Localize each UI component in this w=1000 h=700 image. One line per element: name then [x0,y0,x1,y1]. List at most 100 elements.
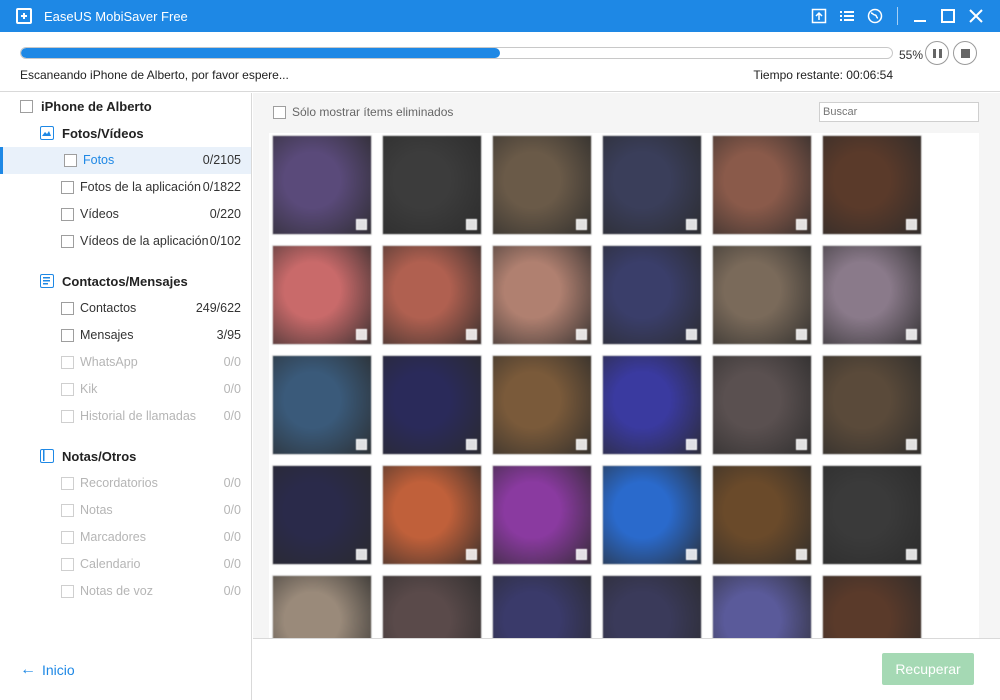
photo-thumbnail[interactable] [822,135,922,235]
thumbnail-grid [269,133,979,638]
search-input[interactable] [819,102,979,122]
thumbnail-checkbox[interactable] [576,439,587,450]
category-label: Fotos/Vídeos [62,125,144,141]
thumbnail-checkbox[interactable] [906,329,917,340]
sidebar-item-videos-aplicacion[interactable]: Vídeos de la aplicación 0/102 [0,228,251,255]
pause-icon-bar [938,48,942,58]
item-checkbox [61,477,74,490]
sidebar-item-marcadores: Marcadores 0/0 [0,524,251,551]
sidebar-item-contactos[interactable]: Contactos 249/622 [0,295,251,322]
thumbnail-checkbox[interactable] [796,439,807,450]
sidebar-item-kik: Kik 0/0 [0,376,251,403]
photo-thumbnail[interactable] [492,245,592,345]
recover-button[interactable]: Recuperar [882,653,974,685]
deleted-only-checkbox[interactable] [273,105,286,119]
photo-thumbnail[interactable] [492,355,592,455]
thumbnail-checkbox[interactable] [576,329,587,340]
stop-button[interactable] [953,41,977,65]
deleted-only-filter[interactable]: Sólo mostrar ítems eliminados [273,105,453,119]
pause-button[interactable] [925,41,949,65]
item-label: Vídeos [80,207,119,221]
thumbnail-checkbox[interactable] [686,439,697,450]
notes-icon [40,449,54,463]
sidebar-item-mensajes[interactable]: Mensajes 3/95 [0,322,251,349]
photo-thumbnail[interactable] [712,575,812,638]
photo-thumbnail[interactable] [382,355,482,455]
category-photos-videos[interactable]: Fotos/Vídeos [40,124,144,142]
category-notes-others[interactable]: Notas/Otros [40,447,136,465]
sidebar-item-videos[interactable]: Vídeos 0/220 [0,201,251,228]
list-icon[interactable] [833,0,861,32]
photo-thumbnail[interactable] [382,135,482,235]
sidebar-item-fotos-aplicacion[interactable]: Fotos de la aplicación 0/1822 [0,174,251,201]
photo-thumbnail[interactable] [712,245,812,345]
photo-thumbnail[interactable] [712,465,812,565]
category-contacts-messages[interactable]: Contactos/Mensajes [40,272,188,290]
photo-thumbnail[interactable] [602,465,702,565]
thumbnail-checkbox[interactable] [576,549,587,560]
arrow-left-icon: ← [20,661,36,678]
upload-icon[interactable] [805,0,833,32]
progress-bar [20,47,893,59]
thumbnail-checkbox[interactable] [796,329,807,340]
thumbnail-checkbox[interactable] [906,549,917,560]
photo-thumbnail[interactable] [382,245,482,345]
action-bar: Recuperar [253,638,1000,700]
thumbnail-checkbox[interactable] [466,329,477,340]
photo-thumbnail[interactable] [602,135,702,235]
item-label: Recordatorios [80,476,158,490]
thumbnail-checkbox[interactable] [686,329,697,340]
thumbnail-checkbox[interactable] [576,219,587,230]
maximize-icon[interactable] [934,0,962,32]
photo-thumbnail[interactable] [602,575,702,638]
item-checkbox[interactable] [61,329,74,342]
thumbnail-checkbox[interactable] [356,329,367,340]
item-checkbox [61,585,74,598]
thumbnail-checkbox[interactable] [796,549,807,560]
thumbnail-checkbox[interactable] [686,219,697,230]
item-checkbox[interactable] [61,302,74,315]
photo-thumbnail[interactable] [822,245,922,345]
photo-thumbnail[interactable] [272,135,372,235]
thumbnail-checkbox[interactable] [466,439,477,450]
item-label: Contactos [80,301,137,315]
thumbnail-checkbox[interactable] [906,439,917,450]
close-icon[interactable] [962,0,990,32]
photo-thumbnail[interactable] [712,355,812,455]
photo-thumbnail[interactable] [272,355,372,455]
photo-thumbnail[interactable] [822,355,922,455]
item-count: 3/95 [216,328,241,342]
minimize-icon[interactable] [906,0,934,32]
item-checkbox[interactable] [61,208,74,221]
photo-thumbnail[interactable] [382,465,482,565]
device-row[interactable]: iPhone de Alberto [20,98,152,114]
photo-thumbnail[interactable] [712,135,812,235]
photo-thumbnail[interactable] [492,135,592,235]
item-checkbox[interactable] [64,154,77,167]
app-logo-icon [16,8,32,24]
photo-thumbnail[interactable] [602,355,702,455]
photo-thumbnail[interactable] [602,245,702,345]
thumbnail-checkbox[interactable] [906,219,917,230]
photo-thumbnail[interactable] [382,575,482,638]
thumbnail-checkbox[interactable] [466,219,477,230]
home-link[interactable]: ← Inicio [20,661,75,679]
thumbnail-checkbox[interactable] [356,549,367,560]
photo-thumbnail[interactable] [272,245,372,345]
item-checkbox[interactable] [61,235,74,248]
thumbnail-checkbox[interactable] [466,549,477,560]
thumbnail-checkbox[interactable] [686,549,697,560]
thumbnail-checkbox[interactable] [356,439,367,450]
photo-thumbnail[interactable] [822,575,922,638]
photo-thumbnail[interactable] [272,575,372,638]
photo-thumbnail[interactable] [492,465,592,565]
photo-thumbnail[interactable] [822,465,922,565]
photo-thumbnail[interactable] [272,465,372,565]
photo-thumbnail[interactable] [492,575,592,638]
item-checkbox[interactable] [61,181,74,194]
thumbnail-checkbox[interactable] [796,219,807,230]
globe-icon[interactable] [861,0,889,32]
device-checkbox[interactable] [20,99,33,113]
thumbnail-checkbox[interactable] [356,219,367,230]
sidebar-item-fotos[interactable]: Fotos 0/2105 [0,147,251,174]
